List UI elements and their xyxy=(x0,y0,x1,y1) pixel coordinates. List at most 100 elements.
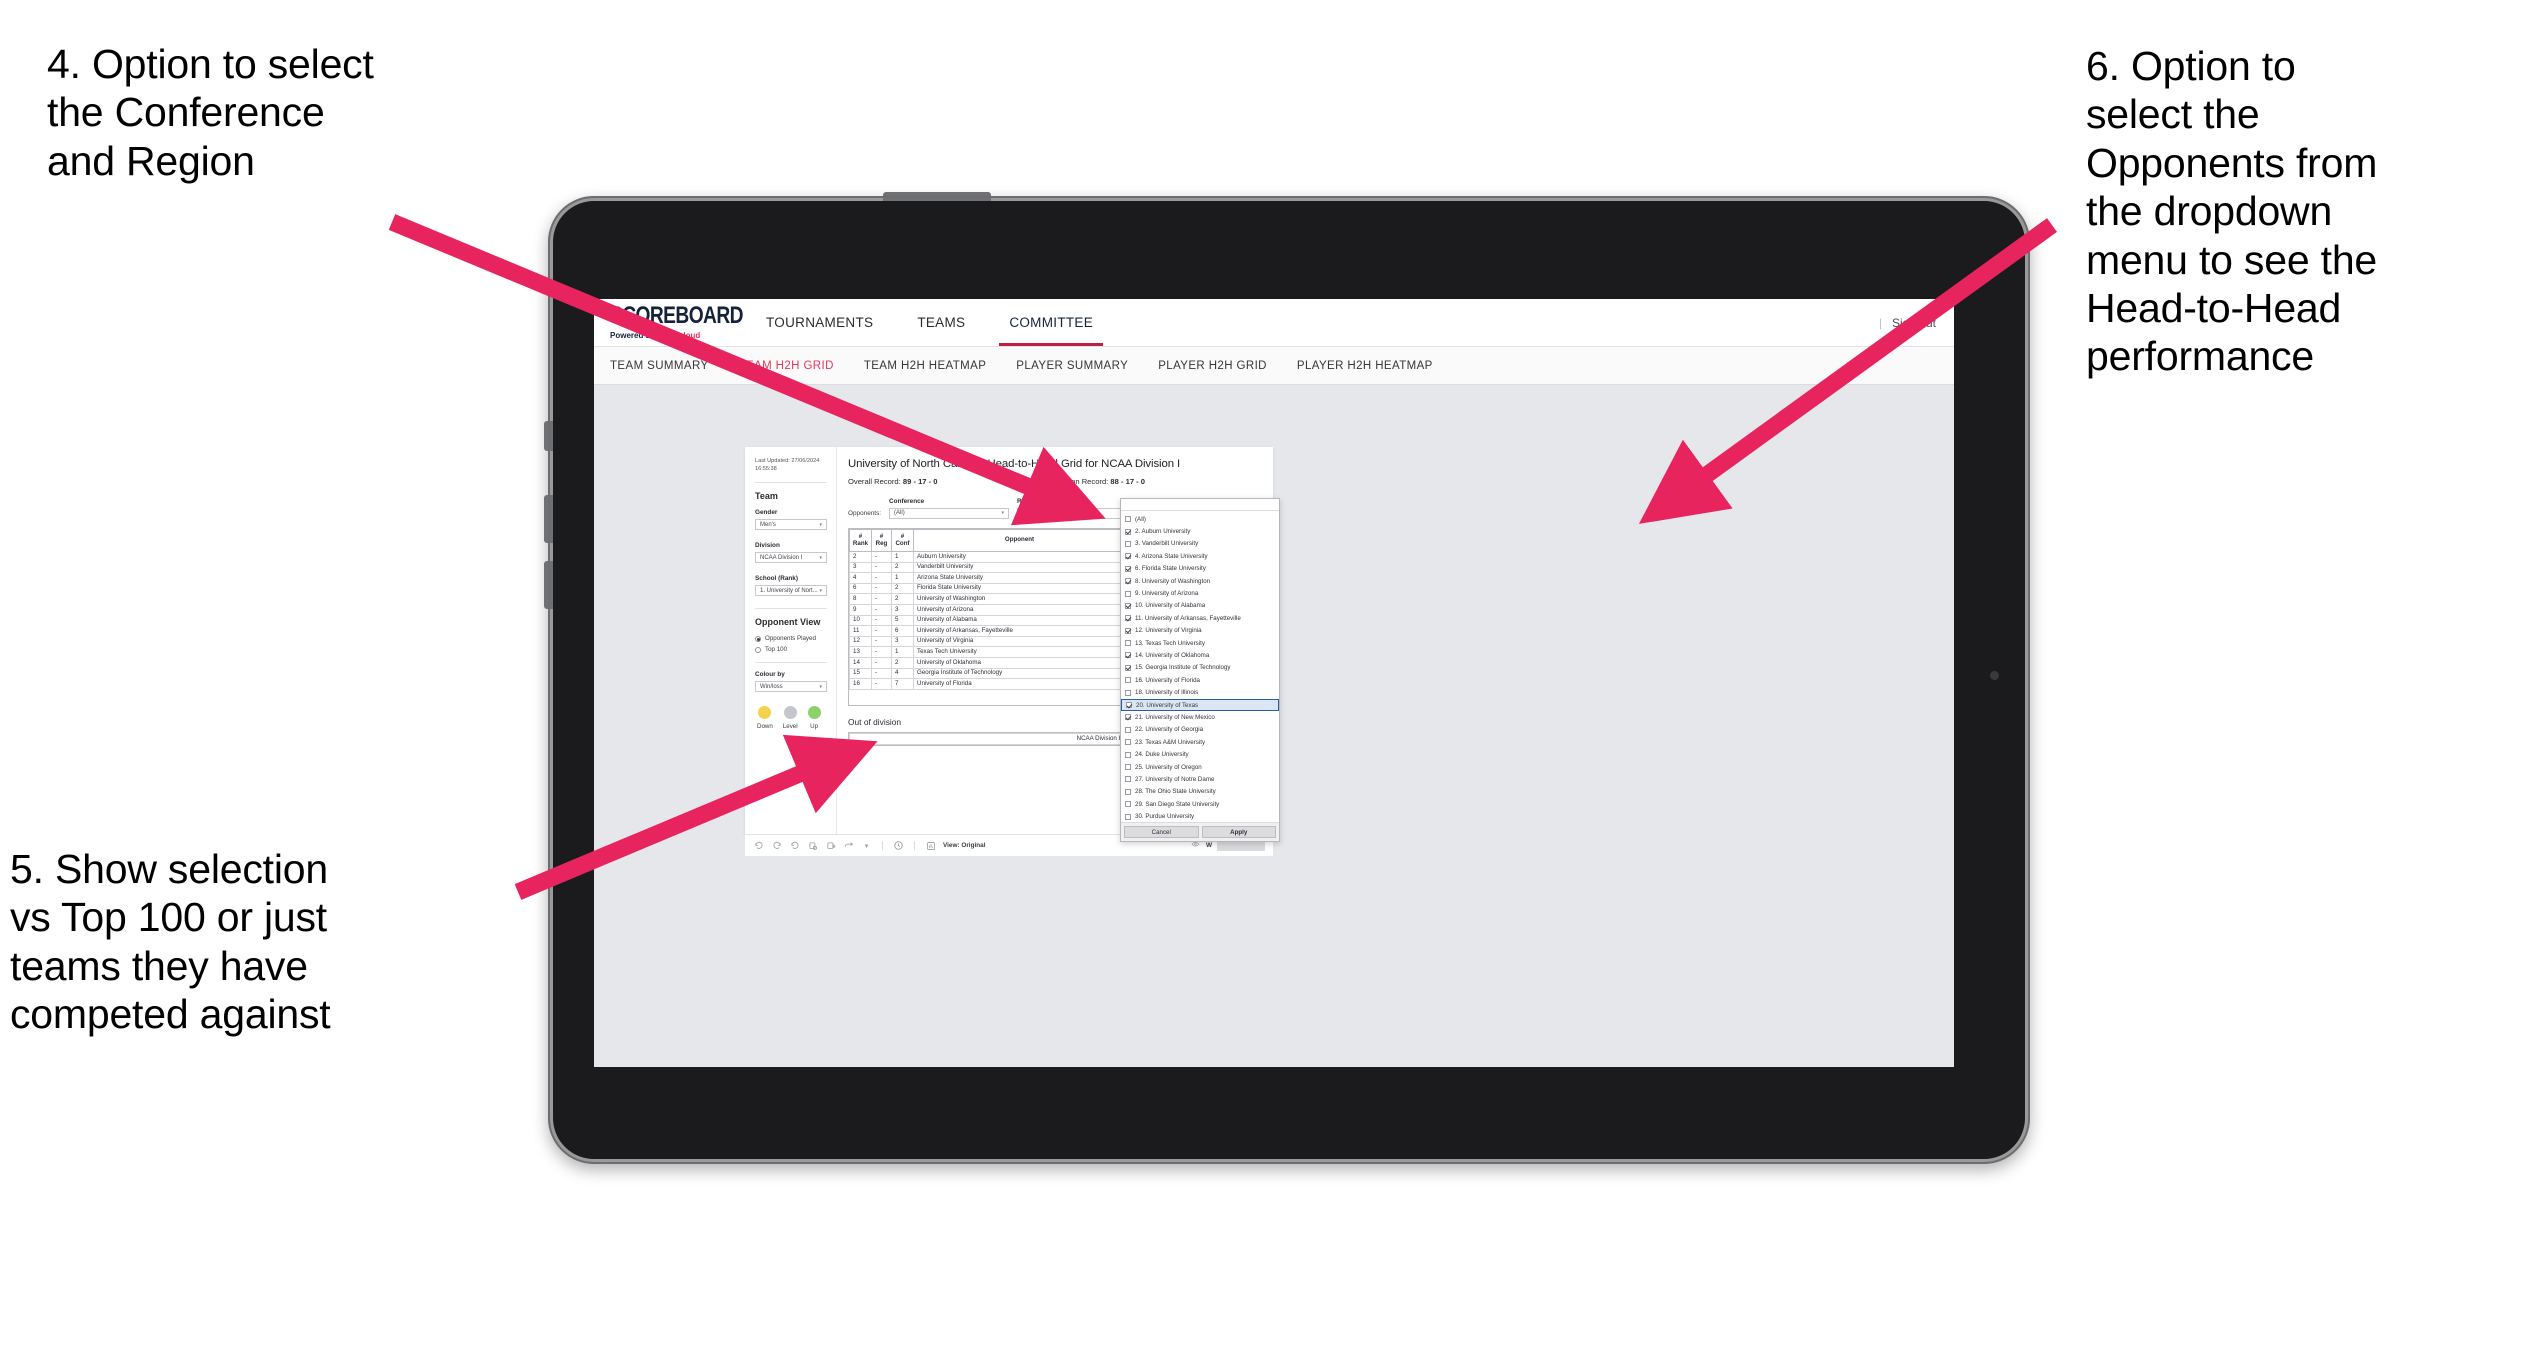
opponent-dropdown-search[interactable] xyxy=(1121,499,1279,511)
checkbox-icon[interactable] xyxy=(1125,751,1131,758)
volume-button-2[interactable] xyxy=(544,495,553,543)
opponent-dropdown-item[interactable]: 9. University of Arizona xyxy=(1121,587,1279,599)
opponent-dropdown-item[interactable]: 13. Texas Tech University xyxy=(1121,637,1279,649)
opponent-dropdown-item[interactable]: 18. University of Illinois xyxy=(1121,686,1279,698)
checkbox-icon[interactable] xyxy=(1125,640,1131,647)
colour-by-select[interactable]: Win/loss ▾ xyxy=(755,681,827,693)
checkbox-icon[interactable] xyxy=(1125,528,1131,535)
sidebar-divider-3 xyxy=(755,662,827,664)
opponent-dropdown-item-label: 8. University of Washington xyxy=(1135,577,1211,585)
division-select[interactable]: NCAA Division I ▾ xyxy=(755,552,827,564)
redo-icon[interactable] xyxy=(771,840,782,851)
opponent-dropdown-item[interactable]: 15. Georgia Institute of Technology xyxy=(1121,662,1279,674)
opponent-dropdown-item-label: 9. University of Arizona xyxy=(1135,590,1199,598)
opponent-dropdown-item[interactable]: 20. University of Texas xyxy=(1121,698,1279,712)
radio-top-100[interactable]: Top 100 xyxy=(755,646,827,653)
cell-rank: 2 xyxy=(849,551,872,563)
nav-item-committee[interactable]: COMMITTEE xyxy=(987,299,1115,346)
opponent-dropdown-item[interactable]: 12. University of Virginia xyxy=(1121,625,1279,637)
subnav-player-summary[interactable]: PLAYER SUMMARY xyxy=(1016,360,1128,372)
checkbox-icon[interactable] xyxy=(1125,540,1131,547)
undo-icon[interactable] xyxy=(753,840,764,851)
checkbox-icon[interactable] xyxy=(1125,776,1131,783)
checkbox-icon[interactable] xyxy=(1125,813,1131,820)
school-rank-select[interactable]: 1. University of Nort... ▾ xyxy=(755,585,827,597)
opponent-dropdown-item[interactable]: 28. The Ohio State University xyxy=(1121,786,1279,798)
logo-tagline-brand: Swimcloud xyxy=(658,330,701,340)
checkbox-icon[interactable] xyxy=(1125,764,1131,770)
share-icon[interactable] xyxy=(843,840,854,851)
checkbox-icon[interactable] xyxy=(1125,788,1131,795)
opponent-dropdown-item[interactable]: 23. Texas A&M University xyxy=(1121,736,1279,748)
checkbox-icon[interactable] xyxy=(1125,602,1131,609)
checkbox-icon[interactable] xyxy=(1125,590,1131,597)
nav-item-tournaments[interactable]: TOURNAMENTS xyxy=(744,299,895,346)
checkbox-icon[interactable] xyxy=(1125,739,1131,746)
subnav-team-h2h-grid[interactable]: TEAM H2H GRID xyxy=(739,360,834,372)
checkbox-icon[interactable] xyxy=(1125,726,1131,733)
opponent-dropdown-list[interactable]: (All) 2. Auburn University 3. Vanderbilt U… xyxy=(1121,511,1279,822)
checkbox-icon[interactable] xyxy=(1125,578,1131,585)
checkbox-icon[interactable] xyxy=(1125,677,1131,684)
checkbox-icon[interactable] xyxy=(1125,714,1131,721)
colour-by-select-value: Win/loss xyxy=(760,683,783,690)
cancel-button[interactable]: Cancel xyxy=(1124,826,1199,838)
gender-select[interactable]: Men's ▾ xyxy=(755,519,827,531)
opponent-dropdown-item[interactable]: 29. San Diego State University xyxy=(1121,798,1279,810)
volume-button-1[interactable] xyxy=(544,421,553,451)
apply-button[interactable]: Apply xyxy=(1201,826,1276,838)
opponent-dropdown-item[interactable]: 2. Auburn University xyxy=(1121,525,1279,537)
opponent-dropdown-item[interactable]: 24. Duke University xyxy=(1121,748,1279,760)
filter-conference-value: (All) xyxy=(894,510,905,516)
checkbox-icon[interactable] xyxy=(1125,615,1131,622)
view-icon[interactable] xyxy=(925,840,936,851)
subnav-player-h2h-heatmap[interactable]: PLAYER H2H HEATMAP xyxy=(1297,360,1433,372)
opponent-dropdown-item-label: 3. Vanderbilt University xyxy=(1135,540,1199,548)
subnav-team-h2h-heatmap[interactable]: TEAM H2H HEATMAP xyxy=(864,360,986,372)
opponent-dropdown-item[interactable]: 22. University of Georgia xyxy=(1121,724,1279,736)
opponent-dropdown-item[interactable]: 21. University of New Mexico xyxy=(1121,711,1279,723)
opponent-dropdown-item[interactable]: 30. Purdue University xyxy=(1121,810,1279,822)
cell-conf: 7 xyxy=(891,678,914,690)
cell-reg: - xyxy=(871,667,892,680)
opponent-dropdown-item[interactable]: (All) xyxy=(1121,513,1279,525)
opponent-dropdown-item[interactable]: 11. University of Arkansas, Fayetteville xyxy=(1121,612,1279,624)
checkbox-icon[interactable] xyxy=(1125,689,1131,696)
revert-icon[interactable] xyxy=(789,840,800,851)
opponent-dropdown-item[interactable]: 4. Arizona State University xyxy=(1121,550,1279,562)
opponent-dropdown-item[interactable]: 10. University of Alabama xyxy=(1121,600,1279,612)
subnav-player-h2h-grid[interactable]: PLAYER H2H GRID xyxy=(1158,360,1267,372)
subnav-team-summary[interactable]: TEAM SUMMARY xyxy=(610,360,709,372)
cell-conf: 2 xyxy=(891,582,914,595)
filter-conference-select[interactable]: (All) ▾ xyxy=(889,507,1010,519)
opponent-dropdown-item[interactable]: 8. University of Washington xyxy=(1121,575,1279,587)
checkbox-icon[interactable] xyxy=(1125,553,1131,560)
checkbox-icon[interactable] xyxy=(1125,652,1131,659)
opponent-dropdown-item[interactable]: 16. University of Florida xyxy=(1121,674,1279,686)
pause-updates-icon[interactable] xyxy=(825,840,836,851)
checkbox-icon[interactable] xyxy=(1125,565,1131,572)
radio-top-100-label: Top 100 xyxy=(765,646,788,654)
checkbox-icon[interactable] xyxy=(1125,627,1131,634)
sign-out-link[interactable]: Sign out xyxy=(1892,316,1936,330)
nav-item-teams[interactable]: TEAMS xyxy=(895,299,987,346)
tablet-device-frame: SCOREBOARD Powered By Swimcloud TOURNAME… xyxy=(544,192,2030,1164)
opponent-dropdown-item[interactable]: 6. Florida State University xyxy=(1121,563,1279,575)
opponent-dropdown-item[interactable]: 3. Vanderbilt University xyxy=(1121,538,1279,550)
chevron-down-icon[interactable]: ▾ xyxy=(861,840,872,851)
power-button[interactable] xyxy=(883,192,991,201)
checkbox-icon[interactable] xyxy=(1125,801,1131,808)
opponent-dropdown-panel[interactable]: (All) 2. Auburn University 3. Vanderbilt U… xyxy=(1120,498,1280,842)
cell-rank: 13 xyxy=(849,646,872,658)
volume-button-3[interactable] xyxy=(544,561,553,609)
checkbox-icon[interactable] xyxy=(1125,664,1131,671)
checkbox-icon[interactable] xyxy=(1126,702,1132,709)
opponent-dropdown-item[interactable]: 25. University of Oregon xyxy=(1121,761,1279,773)
radio-opponents-played[interactable]: Opponents Played xyxy=(755,635,827,642)
history-icon[interactable] xyxy=(893,840,904,851)
refresh-data-icon[interactable] xyxy=(807,840,818,851)
opponent-dropdown-item[interactable]: 14. University of Oklahoma xyxy=(1121,649,1279,661)
app-logo[interactable]: SCOREBOARD Powered By Swimcloud xyxy=(594,299,744,346)
opponent-dropdown-item[interactable]: 27. University of Notre Dame xyxy=(1121,773,1279,785)
checkbox-icon[interactable] xyxy=(1125,516,1131,523)
